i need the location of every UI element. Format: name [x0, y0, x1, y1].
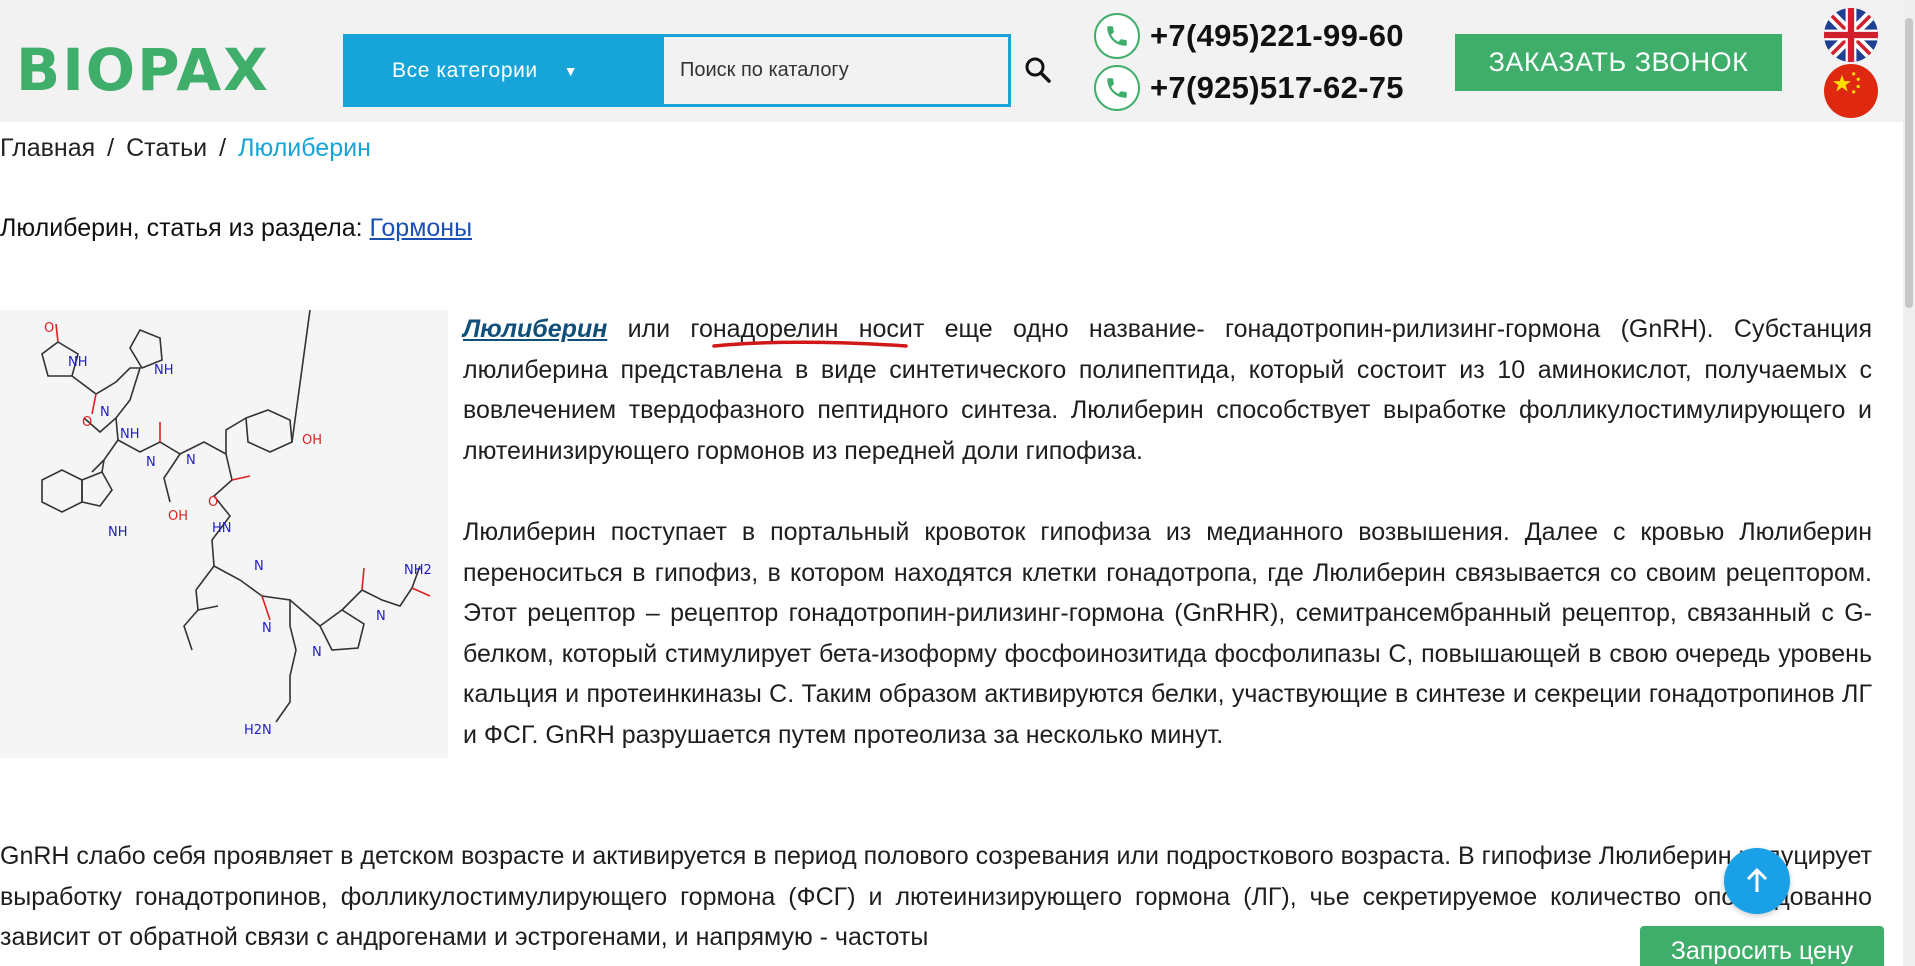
svg-text:OH: OH — [168, 509, 188, 524]
svg-text:N: N — [146, 455, 156, 470]
svg-text:N: N — [100, 405, 110, 420]
category-select-label: Все категории — [392, 58, 538, 82]
svg-text:NH: NH — [154, 363, 174, 378]
svg-text:O: O — [82, 415, 92, 430]
svg-text:HN: HN — [212, 521, 232, 536]
scrollbar-thumb[interactable] — [1905, 18, 1913, 308]
svg-text:NH: NH — [120, 427, 140, 442]
catalog-search: Все категории ▼ — [343, 34, 1011, 107]
article-paragraph-1-text: или гонадорелин носит еще одно название-… — [463, 315, 1872, 465]
molecule-structure-image: NH O NH N NH O NH N N OH OH HN O N N H2N… — [0, 309, 448, 758]
request-price-button[interactable]: Запросить цену — [1640, 926, 1884, 966]
logo-text: BIOPAX — [16, 36, 270, 104]
svg-text:H2N: H2N — [244, 723, 272, 738]
phone-number: +7(495)221-99-60 — [1150, 18, 1404, 53]
logo-icon: BIOPAX — [16, 36, 270, 104]
category-select[interactable]: Все категории ▼ — [346, 37, 664, 104]
breadcrumb-current: Люлиберин — [238, 134, 371, 162]
breadcrumb: Главная / Статьи / Люлиберин — [0, 134, 371, 163]
red-underline-annotation — [712, 340, 908, 348]
svg-text:N: N — [262, 621, 272, 636]
article-paragraph-3: GnRH слабо себя проявляет в детском возр… — [0, 842, 1872, 952]
svg-text:N: N — [186, 453, 196, 468]
phone-icon — [1094, 13, 1140, 59]
svg-text:NH2: NH2 — [404, 563, 432, 578]
article-section-line: Люлиберин, статья из раздела: Гормоны — [0, 214, 472, 243]
article-paragraph-1: Люлиберин или гонадорелин носит еще одно… — [463, 309, 1872, 471]
svg-text:N: N — [254, 559, 264, 574]
svg-text:O: O — [44, 321, 54, 336]
svg-text:N: N — [312, 645, 322, 660]
caret-down-icon: ▼ — [563, 62, 579, 79]
arrow-up-icon — [1746, 867, 1768, 892]
breadcrumb-separator: / — [107, 134, 115, 162]
order-callback-button[interactable]: ЗАКАЗАТЬ ЗВОНОК — [1455, 34, 1782, 91]
search-icon[interactable] — [1022, 54, 1054, 86]
svg-text:NH: NH — [68, 355, 88, 370]
svg-text:OH: OH — [302, 433, 322, 448]
svg-text:NH: NH — [108, 525, 128, 540]
phone-number: +7(925)517-62-75 — [1150, 70, 1404, 105]
phone-icon — [1094, 65, 1140, 111]
section-link-hormones[interactable]: Гормоны — [370, 214, 473, 242]
svg-text:N: N — [376, 609, 386, 624]
site-header: BIOPAX Все категории ▼ +7(495)221-99-60 … — [0, 0, 1915, 122]
section-prefix: Люлиберин, статья из раздела: — [0, 214, 370, 242]
uk-flag-icon[interactable] — [1824, 8, 1878, 62]
breadcrumb-articles[interactable]: Статьи — [126, 134, 207, 162]
site-logo[interactable]: BIOPAX — [14, 28, 274, 108]
page-scrollbar[interactable] — [1903, 0, 1915, 966]
scroll-to-top-button[interactable] — [1724, 848, 1790, 914]
phone-link-1[interactable]: +7(495)221-99-60 — [1094, 13, 1404, 59]
article-paragraph-2: Люлиберин поступает в портальный кровото… — [463, 518, 1872, 749]
breadcrumb-separator: / — [219, 134, 227, 162]
breadcrumb-home[interactable]: Главная — [0, 134, 95, 162]
svg-text:O: O — [208, 495, 218, 510]
china-flag-icon[interactable] — [1824, 64, 1878, 118]
search-input[interactable] — [664, 37, 1008, 104]
phone-link-2[interactable]: +7(925)517-62-75 — [1094, 65, 1404, 111]
article-lead-link[interactable]: Люлиберин — [463, 315, 607, 343]
